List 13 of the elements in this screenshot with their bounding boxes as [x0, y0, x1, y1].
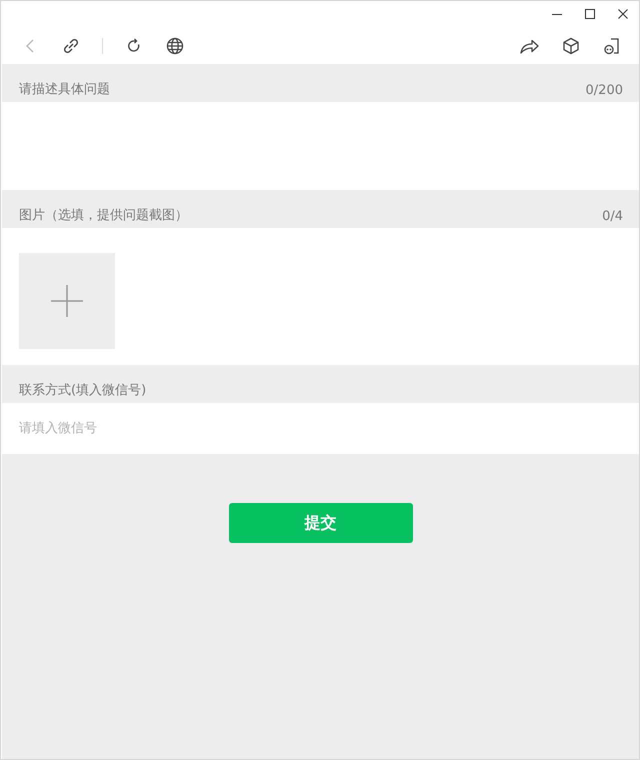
wechat-id-field[interactable]: 请填入微信号: [2, 403, 639, 454]
character-counter: 0/200: [586, 83, 623, 98]
maximize-icon: [584, 8, 596, 20]
submit-button[interactable]: 提交: [228, 503, 412, 543]
image-counter: 0/4: [602, 209, 623, 224]
field-label: 联系方式(填入微信号): [19, 382, 146, 399]
plus-icon: [50, 284, 84, 318]
field-label: 请描述具体问题: [19, 81, 110, 98]
close-icon: [616, 8, 628, 20]
globe-icon[interactable]: [165, 36, 185, 56]
description-field[interactable]: [2, 102, 639, 190]
field-label: 图片（选填，提供问题截图）: [19, 207, 188, 224]
cube-icon[interactable]: [561, 36, 581, 56]
